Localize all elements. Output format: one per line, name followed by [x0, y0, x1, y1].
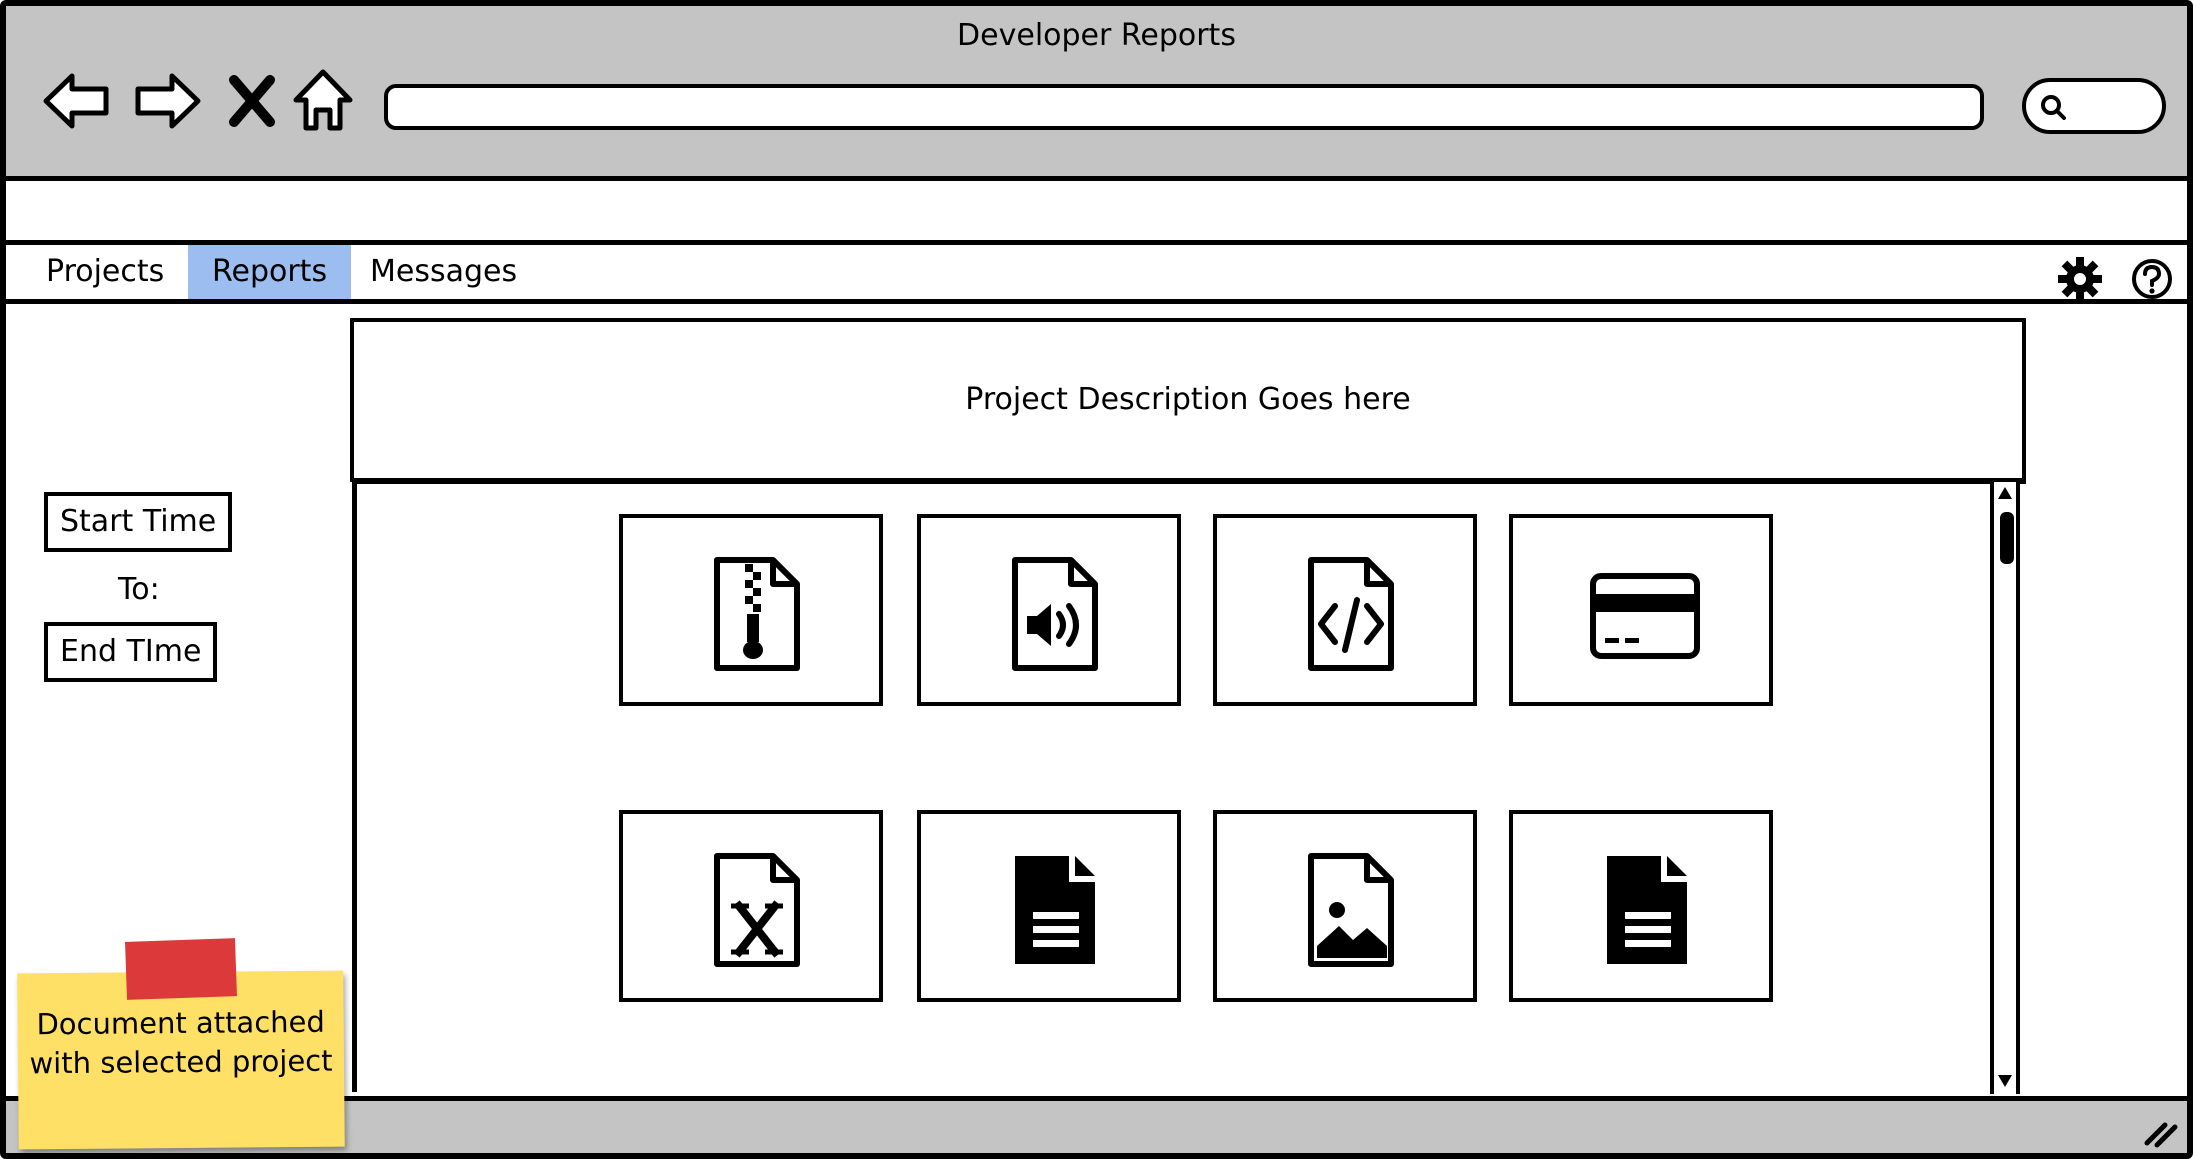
- title-bar-divider: [6, 176, 2187, 181]
- document-tile[interactable]: [1509, 810, 1773, 1002]
- back-icon[interactable]: [40, 64, 114, 138]
- address-bar[interactable]: [384, 84, 1984, 130]
- gear-icon[interactable]: [2056, 255, 2104, 303]
- search-icon: [2041, 95, 2066, 120]
- tab-bar: Projects Reports Messages: [6, 240, 2187, 304]
- document-tile[interactable]: [1213, 514, 1477, 706]
- vertical-scrollbar[interactable]: [1990, 482, 2020, 1094]
- tab-projects[interactable]: Projects: [22, 245, 188, 299]
- code-file-icon: [1308, 557, 1394, 671]
- close-icon[interactable]: [224, 64, 280, 138]
- image-file-icon: [1308, 853, 1394, 967]
- tab-reports[interactable]: Reports: [188, 245, 352, 299]
- window-title: Developer Reports: [957, 18, 1236, 53]
- document-tile[interactable]: [917, 810, 1181, 1002]
- document-tile[interactable]: [917, 514, 1181, 706]
- zip-file-icon: [714, 557, 800, 671]
- excel-file-icon: [714, 853, 800, 967]
- project-description-panel: Project Description Goes here: [350, 318, 2026, 482]
- sticky-note-text: Document attached with selected project: [29, 1004, 333, 1081]
- project-description: Project Description Goes here: [965, 382, 1411, 417]
- tab-messages[interactable]: Messages: [346, 245, 541, 299]
- search-input[interactable]: [2022, 78, 2166, 134]
- forward-icon[interactable]: [130, 64, 204, 138]
- document-tile[interactable]: [619, 514, 883, 706]
- document-tile[interactable]: [1213, 810, 1477, 1002]
- scroll-up-icon[interactable]: [1996, 484, 2014, 502]
- help-icon[interactable]: [2130, 257, 2174, 301]
- text-document-icon: [1015, 856, 1095, 964]
- to-label: To:: [118, 572, 160, 607]
- text-document-icon: [1607, 856, 1687, 964]
- credit-card-icon: [1590, 573, 1700, 659]
- audio-file-icon: [1012, 557, 1098, 671]
- home-icon[interactable]: [290, 64, 356, 138]
- resize-grip-icon[interactable]: [2139, 1109, 2179, 1149]
- scroll-thumb[interactable]: [2000, 512, 2014, 564]
- document-grid: [352, 480, 2026, 1092]
- sticky-note-tape: [125, 938, 237, 1000]
- end-time-field[interactable]: End TIme: [44, 622, 218, 682]
- title-bar: Developer Reports: [6, 6, 2187, 177]
- document-tile[interactable]: [619, 810, 883, 1002]
- scroll-down-icon[interactable]: [1996, 1072, 2014, 1090]
- document-tile[interactable]: [1509, 514, 1773, 706]
- start-time-field[interactable]: Start Time: [44, 492, 233, 552]
